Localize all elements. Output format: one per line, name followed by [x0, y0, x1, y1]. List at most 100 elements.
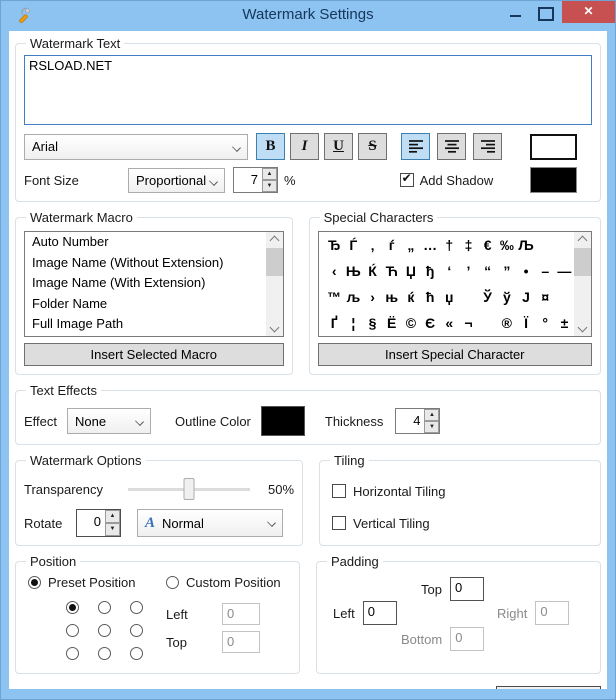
special-character[interactable]: ¦ [344, 315, 363, 331]
special-characters-box[interactable]: Ђ Ѓ ‚ ѓ „… † ‡ € ‰ Љ ‹ Њ Ќ Ћ Џђ ‘’ “” • – — ™ љ › њ ќ ћ џ Ўў Ј ¤ Ґ ¦ § Ё ©… [317, 231, 592, 337]
special-character[interactable]: ћ [421, 289, 440, 305]
align-center-button[interactable] [437, 133, 466, 160]
vertical-tiling-checkbox[interactable] [332, 516, 347, 530]
align-left-button[interactable] [401, 133, 430, 160]
custom-position-radio-main[interactable] [166, 576, 179, 589]
macro-listbox[interactable]: Auto Number Image Name (Without Extension… [24, 231, 284, 337]
maximize-button[interactable] [531, 1, 557, 23]
special-character[interactable]: ѓ [382, 237, 401, 253]
macro-list-item[interactable]: Image Name (Without Extension) [25, 253, 266, 274]
special-character[interactable]: Џ [401, 263, 420, 279]
special-character[interactable]: Ј [516, 289, 535, 305]
transparency-slider[interactable] [128, 478, 250, 500]
special-character[interactable]: ‡ [459, 237, 478, 253]
special-character[interactable]: € [478, 237, 497, 253]
padding-bottom-input[interactable]: 0 [450, 627, 485, 651]
preset-position-radio[interactable] [129, 647, 143, 660]
preset-position-radio[interactable] [65, 601, 79, 614]
scroll-up-icon[interactable] [266, 232, 283, 247]
padding-top-input[interactable]: 0 [449, 577, 484, 601]
slider-thumb[interactable] [183, 478, 195, 500]
spin-down-icon[interactable]: ▼ [262, 180, 277, 192]
spin-up-icon[interactable]: ▲ [424, 409, 440, 421]
effect-select[interactable]: None [67, 408, 152, 434]
special-character[interactable]: Ћ [382, 263, 401, 279]
special-character[interactable]: ђ [421, 263, 440, 279]
special-character[interactable]: ‘ [440, 263, 459, 279]
special-character[interactable]: † [440, 237, 459, 253]
rotate-spinner[interactable]: 0 ▲ ▼ [76, 509, 121, 537]
preset-position-radio[interactable] [129, 601, 143, 614]
special-character[interactable]: ± [555, 315, 574, 331]
special-characters-scrollbar[interactable] [574, 232, 591, 336]
ok-button[interactable]: OK [496, 686, 601, 689]
special-character[interactable]: ¤ [536, 289, 555, 305]
macro-list-item[interactable]: Folder Name [25, 294, 266, 315]
bold-button[interactable]: B [256, 133, 285, 160]
preset-position-radio[interactable] [65, 647, 79, 660]
special-character[interactable]: • [516, 263, 535, 279]
special-character[interactable]: ® [497, 315, 516, 331]
special-character[interactable]: ° [536, 315, 555, 331]
shadow-color-swatch[interactable] [530, 167, 577, 193]
scrollbar-thumb[interactable] [265, 248, 283, 276]
special-character[interactable]: ‚ [363, 237, 382, 253]
special-character[interactable]: … [421, 237, 440, 253]
preset-position-radio-main[interactable] [28, 576, 41, 589]
special-character[interactable]: ‹ [325, 263, 344, 279]
scroll-up-icon[interactable] [574, 232, 591, 247]
spin-up-icon[interactable]: ▲ [105, 510, 120, 523]
position-top-input[interactable]: 0 [222, 631, 260, 653]
text-style-select[interactable]: A Normal [137, 509, 283, 537]
font-color-swatch[interactable] [530, 133, 577, 160]
insert-special-character-button[interactable]: Insert Special Character [317, 343, 592, 366]
preset-position-radio[interactable] [97, 647, 111, 660]
scroll-down-icon[interactable] [266, 321, 283, 336]
position-left-input[interactable]: 0 [222, 603, 260, 625]
font-size-spinner[interactable]: 7 ▲ ▼ [233, 167, 278, 193]
special-character[interactable]: Ё [382, 315, 401, 331]
thickness-spinner[interactable]: 4 ▲ ▼ [395, 408, 441, 434]
preset-position-radio[interactable] [129, 624, 143, 637]
minimize-button[interactable] [503, 1, 529, 23]
special-character[interactable]: ’ [459, 263, 478, 279]
special-character[interactable]: ” [497, 263, 516, 279]
align-right-button[interactable] [473, 133, 502, 160]
insert-macro-button[interactable]: Insert Selected Macro [24, 343, 284, 366]
special-character[interactable]: Њ [344, 263, 363, 279]
spin-down-icon[interactable]: ▼ [105, 523, 120, 536]
horizontal-tiling-checkbox[interactable] [332, 484, 347, 498]
special-character[interactable]: › [363, 289, 382, 305]
special-character[interactable]: Љ [516, 237, 535, 253]
spin-down-icon[interactable]: ▼ [424, 421, 440, 433]
special-character[interactable]: Ќ [363, 263, 382, 279]
special-character[interactable]: Ґ [325, 315, 344, 331]
macro-list-item[interactable]: Auto Number [25, 232, 266, 253]
watermark-text-input[interactable]: RSLOAD.NET [24, 55, 592, 125]
special-character[interactable]: њ [382, 289, 401, 305]
font-size-mode-select[interactable]: Proportional [128, 167, 225, 193]
font-family-select[interactable]: Arial [24, 133, 248, 160]
special-character[interactable]: « [440, 315, 459, 331]
spin-up-icon[interactable]: ▲ [262, 168, 277, 180]
special-character[interactable]: “ [478, 263, 497, 279]
preset-position-radio[interactable] [65, 624, 79, 637]
special-character[interactable]: ™ [325, 289, 344, 305]
special-character[interactable]: љ [344, 289, 363, 305]
close-button[interactable]: ✕ [562, 1, 615, 23]
underline-button[interactable]: U [324, 133, 353, 160]
special-character[interactable]: Є [421, 315, 440, 331]
scroll-down-icon[interactable] [574, 321, 591, 336]
special-character[interactable]: Ў [478, 289, 497, 305]
special-character[interactable]: ќ [401, 289, 420, 305]
macro-list-item[interactable]: Full Image Path [25, 314, 266, 335]
special-character[interactable]: „ [401, 237, 420, 253]
special-character[interactable]: ‰ [497, 237, 516, 253]
special-character[interactable]: © [401, 315, 420, 331]
special-character[interactable]: – [536, 263, 555, 279]
macro-list-item[interactable]: Image Name (With Extension) [25, 273, 266, 294]
add-shadow-checkbox[interactable] [399, 171, 414, 187]
special-character[interactable]: Ѓ [344, 237, 363, 253]
padding-right-input[interactable]: 0 [535, 601, 570, 625]
special-character[interactable]: Ї [516, 315, 535, 331]
